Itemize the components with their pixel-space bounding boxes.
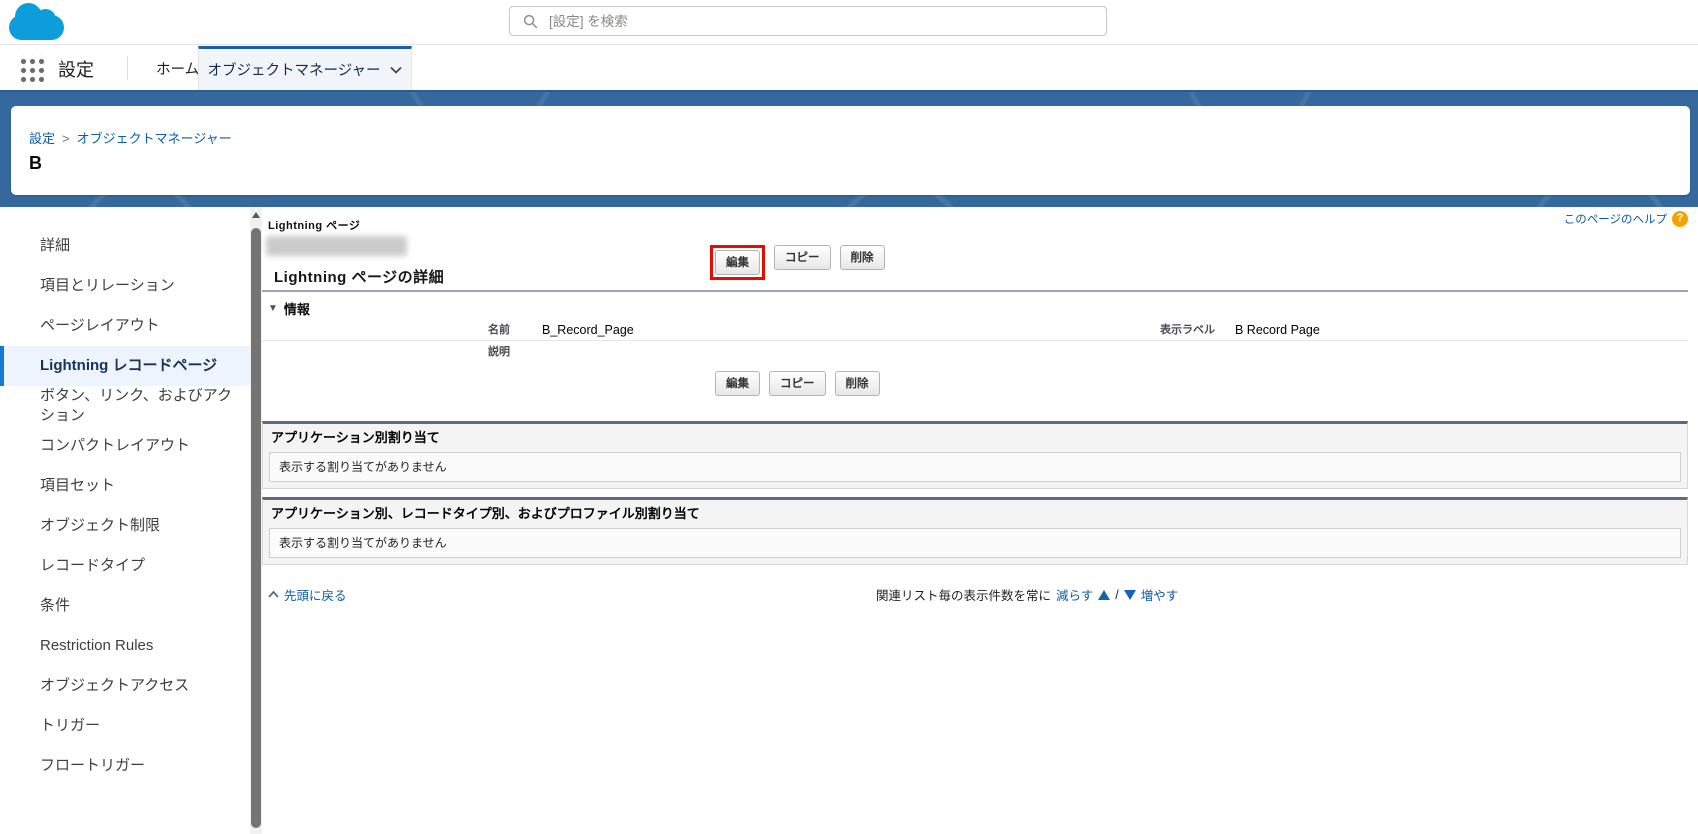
sidebar-item-label: ボタン、リンク、およびアクション	[40, 386, 236, 426]
info-row-1: 名前 B_Record_Page 表示ラベル B Record Page	[262, 319, 1688, 341]
sidebar-item-fields-relationships[interactable]: 項目とリレーション	[0, 266, 250, 306]
nav-divider	[127, 56, 128, 80]
search-input[interactable]	[549, 14, 1106, 29]
breadcrumb-link-object-manager[interactable]: オブジェクトマネージャー	[77, 131, 232, 146]
edit-button[interactable]: 編集	[715, 250, 760, 275]
sidebar-item-record-types[interactable]: レコードタイプ	[0, 546, 250, 586]
caret-up-icon	[268, 590, 279, 599]
sidebar-item-object-access[interactable]: オブジェクトアクセス	[0, 666, 250, 706]
setup-nav-bar: 設定 ホーム オブジェクトマネージャー	[0, 46, 1698, 90]
red-highlight-box: 編集	[710, 245, 765, 280]
decrease-link[interactable]: 減らす	[1056, 585, 1093, 604]
sidebar-item-object-limits[interactable]: オブジェクト制限	[0, 506, 250, 546]
sidebar-item-label: 条件	[40, 596, 70, 616]
back-to-top: 先頭に戻る	[268, 585, 347, 604]
triangle-down-icon[interactable]	[1124, 590, 1136, 600]
sidebar-item-label: Lightning レコードページ	[40, 356, 217, 376]
help-link[interactable]: このページのヘルプ	[1564, 211, 1667, 227]
help-orange-icon[interactable]	[1672, 211, 1688, 227]
page-help: このページのヘルプ	[1564, 211, 1688, 227]
triangle-up-icon[interactable]	[1098, 590, 1110, 600]
breadcrumb-card: 設定 > オブジェクトマネージャー B	[11, 106, 1690, 195]
app-launcher-waffle-icon[interactable]	[18, 55, 46, 82]
field-label-display-label: 表示ラベル	[970, 319, 1215, 340]
setup-title: 設定	[58, 56, 94, 82]
related-list-label: 関連リスト毎の表示件数を常に	[876, 585, 1051, 604]
increase-link[interactable]: 増やす	[1141, 585, 1179, 604]
tab-object-manager[interactable]: オブジェクトマネージャー	[198, 46, 412, 90]
page-title: B	[29, 153, 1690, 174]
sidebar-item-page-layouts[interactable]: ページレイアウト	[0, 306, 250, 346]
sidebar-item-label: オブジェクト制限	[40, 516, 160, 536]
global-search	[509, 6, 1107, 36]
global-header: ?	[0, 0, 1698, 45]
copy-button-2[interactable]: コピー	[769, 371, 826, 396]
redacted-page-name	[266, 236, 407, 256]
setup-banner: 設定 > オブジェクトマネージャー B	[0, 90, 1698, 207]
info-section-title: 情報	[284, 299, 310, 318]
field-label-name: 名前	[262, 319, 510, 340]
delete-button-2[interactable]: 削除	[835, 371, 880, 396]
info-field-grid: 名前 B_Record_Page 表示ラベル B Record Page 説明	[262, 319, 1688, 363]
detail-button-row-bottom: 編集 コピー 削除	[715, 371, 880, 396]
sidebar-item-flow-triggers[interactable]: フロートリガー	[0, 746, 250, 786]
section-app-recordtype-profile-assignments: アプリケーション別、レコードタイプ別、およびプロファイル別割り当て 表示する割り…	[262, 497, 1688, 565]
sidebar-item-label: Restriction Rules	[40, 636, 153, 656]
sidebar-item-triggers[interactable]: トリガー	[0, 706, 250, 746]
sidebar-item-details[interactable]: 詳細	[0, 226, 250, 266]
field-value-display-label: B Record Page	[1215, 319, 1688, 340]
sidebar-item-criteria[interactable]: 条件	[0, 586, 250, 626]
sidebar-item-label: 項目とリレーション	[40, 276, 175, 296]
sidebar-item-label: 詳細	[40, 236, 70, 256]
back-to-top-link[interactable]: 先頭に戻る	[284, 585, 347, 604]
sidebar-item-label: コンパクトレイアウト	[40, 436, 190, 456]
scrollbar-thumb[interactable]	[251, 228, 261, 828]
search-icon	[523, 14, 538, 29]
breadcrumb: 設定 > オブジェクトマネージャー	[29, 128, 1690, 147]
salesforce-logo	[8, 2, 66, 42]
sidebar-item-buttons-links-actions[interactable]: ボタン、リンク、およびアクション	[0, 386, 250, 426]
related-list-display-controls: 関連リスト毎の表示件数を常に 減らす / 増やす	[876, 585, 1178, 604]
detail-button-row-top: 編集 コピー 削除	[710, 245, 885, 280]
page-type-label: Lightning ページ	[268, 217, 360, 233]
detail-heading: Lightning ページの詳細	[274, 266, 444, 287]
copy-button[interactable]: コピー	[774, 245, 831, 270]
section-title: アプリケーション別割り当て	[263, 424, 1687, 452]
section-app-assignments: アプリケーション別割り当て 表示する割り当てがありません	[262, 421, 1688, 489]
object-manager-sidebar: 詳細 項目とリレーション ページレイアウト Lightning レコードページ …	[0, 207, 250, 834]
sidebar-item-lightning-record-pages[interactable]: Lightning レコードページ	[0, 346, 250, 386]
vertical-scrollbar[interactable]	[250, 207, 262, 834]
field-value-description	[510, 341, 970, 363]
sidebar-item-compact-layouts[interactable]: コンパクトレイアウト	[0, 426, 250, 466]
section-empty-state: 表示する割り当てがありません	[269, 528, 1681, 558]
sidebar-item-label: ページレイアウト	[40, 316, 160, 336]
sidebar-item-restriction-rules[interactable]: Restriction Rules	[0, 626, 250, 666]
field-value-name: B_Record_Page	[510, 319, 970, 340]
salesforce-setup-page: ?	[0, 0, 1698, 834]
field-label-description: 説明	[262, 341, 510, 363]
sidebar-item-label: トリガー	[40, 716, 100, 736]
sidebar-item-field-sets[interactable]: 項目セット	[0, 466, 250, 506]
info-row-2: 説明	[262, 341, 1688, 363]
lightning-page-detail-main: このページのヘルプ Lightning ページ Lightning ページの詳細…	[262, 207, 1698, 834]
edit-button-2[interactable]: 編集	[715, 371, 760, 396]
breadcrumb-separator: >	[62, 131, 70, 146]
heading-divider	[262, 290, 1688, 292]
sidebar-item-label: フロートリガー	[40, 756, 145, 776]
collapse-triangle-icon[interactable]: ▼	[268, 303, 278, 314]
slash-separator: /	[1115, 588, 1118, 602]
chevron-down-icon	[390, 66, 402, 74]
detail-footer: 先頭に戻る 関連リスト毎の表示件数を常に 減らす / 増やす	[262, 585, 1688, 605]
sidebar-item-label: レコードタイプ	[40, 556, 145, 576]
scrollbar-up-arrow[interactable]	[250, 207, 262, 223]
delete-button[interactable]: 削除	[840, 245, 885, 270]
breadcrumb-link-setup[interactable]: 設定	[29, 131, 55, 146]
info-section-header: ▼ 情報	[268, 299, 310, 318]
section-empty-state: 表示する割り当てがありません	[269, 452, 1681, 482]
sidebar-item-label: 項目セット	[40, 476, 115, 496]
section-title: アプリケーション別、レコードタイプ別、およびプロファイル別割り当て	[263, 500, 1687, 528]
sidebar-item-label: オブジェクトアクセス	[40, 676, 189, 696]
